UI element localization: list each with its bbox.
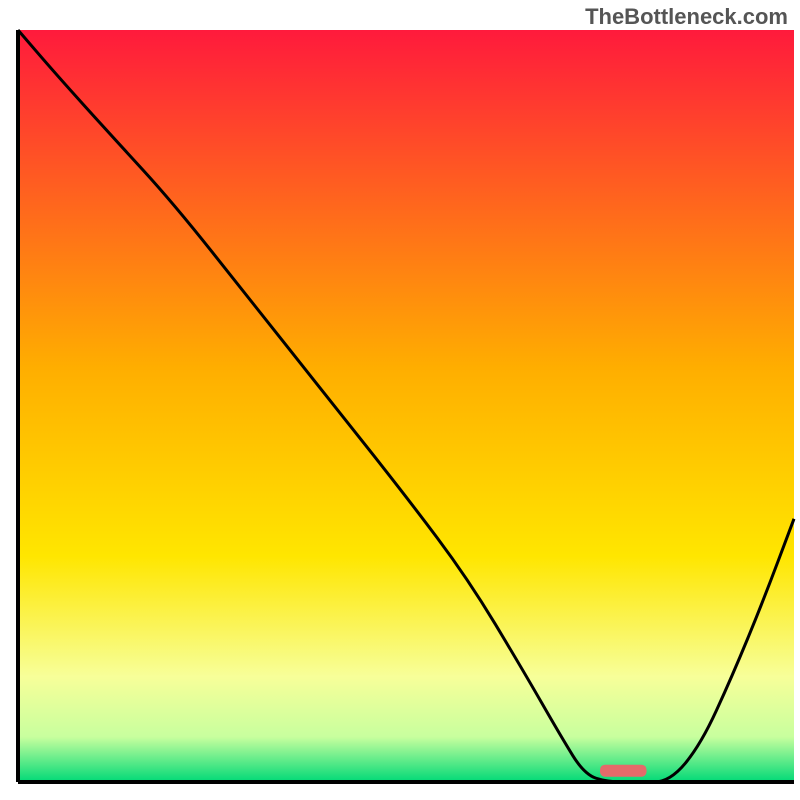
chart-container: TheBottleneck.com (0, 0, 800, 800)
optimal-range-marker (600, 765, 647, 777)
chart-background (18, 30, 794, 782)
plot-area (18, 30, 794, 782)
watermark-text: TheBottleneck.com (585, 4, 788, 30)
bottleneck-chart (0, 0, 800, 800)
